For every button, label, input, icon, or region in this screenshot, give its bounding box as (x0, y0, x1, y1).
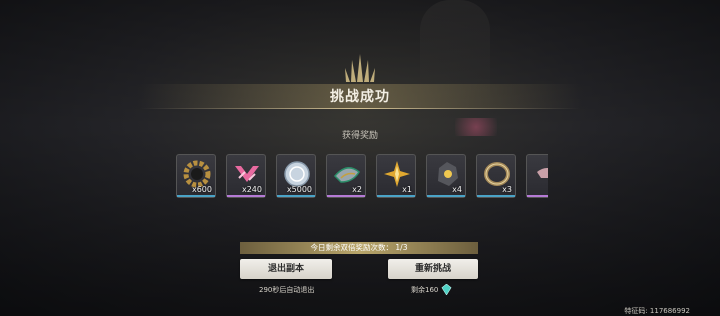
double-reward-counter: 今日剩余双倍奖励次数： 1/3 (240, 242, 478, 254)
rarity-bar (477, 195, 515, 197)
victory-emblem-icon (345, 54, 375, 82)
auto-exit-countdown: 290秒后自动退出 (259, 286, 315, 294)
rarity-bar (427, 195, 465, 197)
reward-slot[interactable]: x600 (176, 154, 216, 198)
reward-slot[interactable]: x3 (476, 154, 516, 198)
rarity-bar (327, 195, 365, 197)
page-title: 挑战成功 (330, 89, 390, 105)
reward-qty: x600 (191, 185, 212, 194)
reward-list: x600 x240 x5000 x2 x1 x4 x3 (176, 154, 548, 200)
reward-qty: x1 (402, 185, 412, 194)
title-divider (140, 108, 580, 109)
reward-slot[interactable] (526, 154, 548, 198)
reward-qty: x5000 (286, 185, 312, 194)
reward-qty: x240 (241, 185, 262, 194)
rarity-bar (377, 195, 415, 197)
exit-dungeon-button[interactable]: 退出副本 (240, 259, 332, 279)
reward-slot[interactable]: x4 (426, 154, 466, 198)
reward-slot[interactable]: x5000 (276, 154, 316, 198)
rarity-bar (227, 195, 265, 197)
rewards-heading: 获得奖励 (341, 131, 378, 141)
remaining-count: 剩余160 (411, 286, 439, 294)
crystal-currency-icon (441, 284, 452, 295)
reward-slot[interactable]: x1 (376, 154, 416, 198)
reward-slot[interactable]: x240 (226, 154, 266, 198)
cut-off-item-icon (537, 168, 548, 178)
reward-qty: x3 (502, 185, 512, 194)
rarity-bar (527, 195, 548, 197)
retry-challenge-button[interactable]: 重新挑战 (388, 259, 478, 279)
rarity-bar (177, 195, 215, 197)
rarity-bar (277, 195, 315, 197)
reward-qty: x2 (352, 185, 362, 194)
reward-slot[interactable]: x2 (326, 154, 366, 198)
player-uid: 特征码: 117686992 (624, 307, 690, 315)
reward-qty: x4 (452, 185, 462, 194)
